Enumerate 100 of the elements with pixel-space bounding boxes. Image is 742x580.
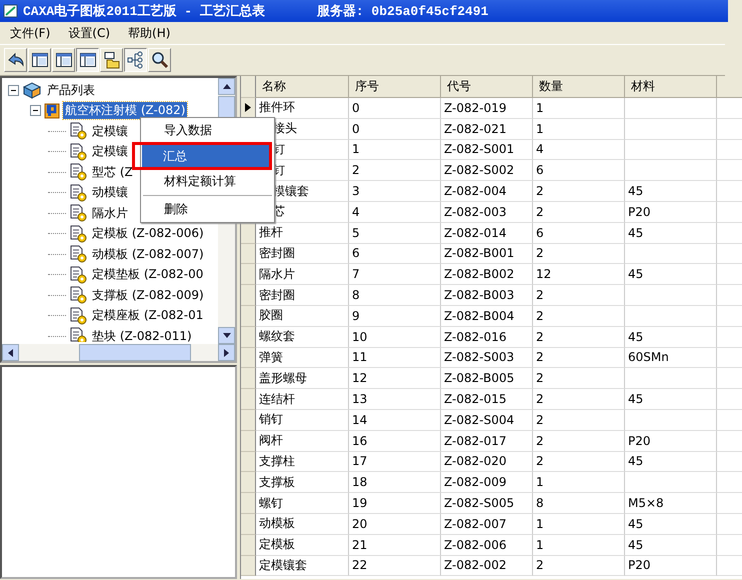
table-cell: 胶圈 <box>256 306 349 327</box>
table-cell: 8 <box>533 493 625 514</box>
table-cell: Z-082-S004 <box>441 410 533 431</box>
table-cell: 7 <box>349 264 441 286</box>
table-cell: 4 <box>349 202 441 223</box>
table-cell: 1 <box>533 472 625 494</box>
table-cell: 13 <box>349 389 441 410</box>
table-cell: 60SMn <box>625 348 717 368</box>
table-cell: 6 <box>533 160 625 182</box>
table-cell: 2 <box>349 160 441 182</box>
table-cell: 隔水片 <box>256 264 349 286</box>
table-cell: 14 <box>349 410 441 431</box>
table-cell: 12 <box>533 264 625 286</box>
table-cell: 11 <box>349 348 441 368</box>
table-cell: Z-082-006 <box>441 534 533 556</box>
table-cell: 12 <box>349 368 441 390</box>
table-cell: 1 <box>533 514 625 535</box>
table-cell: 螺纹套 <box>256 326 349 348</box>
table-cell: P20 <box>625 556 717 576</box>
table-cell: Z-082-004 <box>441 181 533 202</box>
table-cell: 2 <box>533 410 625 431</box>
table-cell: 动模板 <box>256 514 349 535</box>
table-cell: 45 <box>625 534 717 556</box>
table-cell: Z-082-B001 <box>441 244 533 264</box>
table-cell: 45 <box>625 181 717 202</box>
table-cell: 9 <box>349 306 441 327</box>
table-cell: 弹簧 <box>256 348 349 368</box>
table-cell: M5×8 <box>625 493 717 514</box>
table-cell: 盖形螺母 <box>256 368 349 390</box>
table-cell: 阀杆 <box>256 430 349 452</box>
server-label: 服务器: 0b25a0f45cf2491 <box>316 3 488 20</box>
table-cell: 2 <box>533 285 625 306</box>
table-cell: Z-082-B002 <box>441 264 533 286</box>
table-cell: 密封圈 <box>256 244 349 264</box>
table-cell: 3 <box>349 181 441 202</box>
table-cell: 6 <box>349 244 441 264</box>
table-cell: 45 <box>625 326 717 348</box>
table-cell: 45 <box>625 389 717 410</box>
table-cell: 支撑柱 <box>256 452 349 472</box>
table-cell: Z-082-009 <box>441 472 533 494</box>
table-cell: 45 <box>625 452 717 472</box>
table-cell: 5 <box>349 222 441 244</box>
table-cell: 20 <box>349 514 441 535</box>
table-cell: 2 <box>533 430 625 452</box>
table-cell: Z-082-003 <box>441 202 533 223</box>
table-cell: P20 <box>625 202 717 223</box>
table-cell: 1 <box>349 140 441 160</box>
table-cell: 45 <box>625 264 717 286</box>
table-cell: 2 <box>533 306 625 327</box>
table-cell: Z-082-015 <box>441 389 533 410</box>
table-cell: 2 <box>533 244 625 264</box>
table-cell: Z-082-014 <box>441 222 533 244</box>
table-cell: 45 <box>625 222 717 244</box>
table-cell: 2 <box>533 389 625 410</box>
table-cell: Z-082-B004 <box>441 306 533 327</box>
table-cell: Z-082-021 <box>441 118 533 140</box>
table-cell: 18 <box>349 472 441 494</box>
table-cell: 1 <box>533 118 625 140</box>
table-cell: 10 <box>349 326 441 348</box>
table-cell: Z-082-002 <box>441 556 533 576</box>
table-cell: 16 <box>349 430 441 452</box>
table-cell: 2 <box>533 452 625 472</box>
table-cell: 密封圈 <box>256 285 349 306</box>
table-cell: 0 <box>349 118 441 140</box>
window-title: CAXA电子图板2011工艺版 - 工艺汇总表 <box>23 3 265 20</box>
table-cell: 22 <box>349 556 441 576</box>
table-cell: Z-082-016 <box>441 326 533 348</box>
table-cell: 2 <box>533 326 625 348</box>
table-cell: Z-082-007 <box>441 514 533 535</box>
table-cell: 2 <box>533 181 625 202</box>
table-cell: Z-082-S005 <box>441 493 533 514</box>
table-cell: Z-082-019 <box>441 98 533 119</box>
table-cell: Z-082-S003 <box>441 348 533 368</box>
table-cell: Z-082-S002 <box>441 160 533 182</box>
table-cell: 21 <box>349 534 441 556</box>
table-cell: Z-082-B005 <box>441 368 533 390</box>
table-cell: 19 <box>349 493 441 514</box>
table-cell: Z-082-S001 <box>441 140 533 160</box>
table-cell: 支撑板 <box>256 472 349 494</box>
table-cell: 连结杆 <box>256 389 349 410</box>
table-cell: Z-082-B003 <box>441 285 533 306</box>
table-cell: 螺钉 <box>256 493 349 514</box>
table-cell: 6 <box>533 222 625 244</box>
table-cell: 销钉 <box>256 410 349 431</box>
table-cell: 17 <box>349 452 441 472</box>
table-cell: 2 <box>533 202 625 223</box>
table-cell: 45 <box>625 514 717 535</box>
table-cell: 8 <box>349 285 441 306</box>
table-cell: 1 <box>533 98 625 119</box>
table-cell: P20 <box>625 430 717 452</box>
table-cell: 0 <box>349 98 441 119</box>
table-cell: 4 <box>533 140 625 160</box>
table-cell: Z-082-017 <box>441 430 533 452</box>
table-cell: 定模板 <box>256 534 349 556</box>
table-cell: 2 <box>533 556 625 576</box>
table-cell: 1 <box>533 534 625 556</box>
table-cell: 2 <box>533 368 625 390</box>
table-cell: 2 <box>533 348 625 368</box>
table-cell: Z-082-020 <box>441 452 533 472</box>
table-cell: 定模镶套 <box>256 556 349 576</box>
